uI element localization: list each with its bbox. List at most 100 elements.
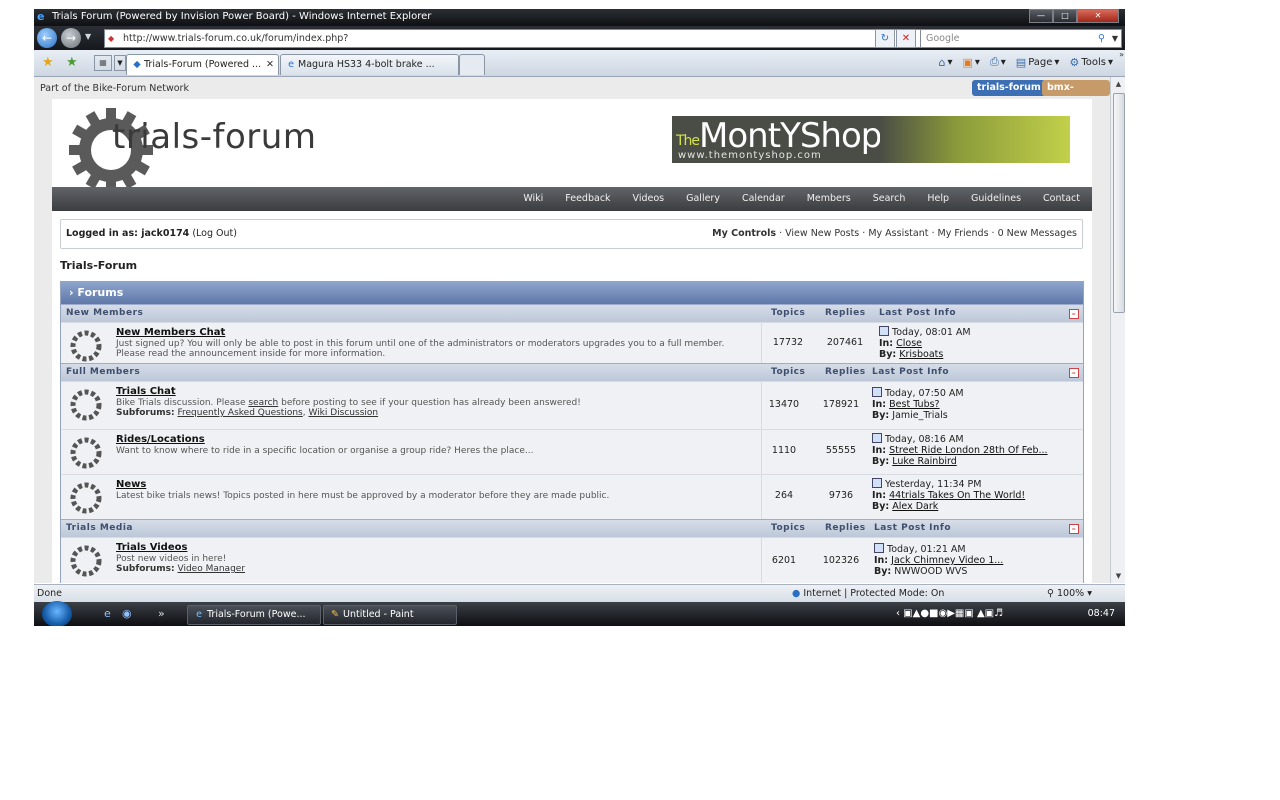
search-icon[interactable]: ⚲ bbox=[1098, 30, 1105, 47]
tab-row: ★ ★ ▦ ▼ ◆ Trials-Forum (Powered ... ✕ e Ma… bbox=[34, 50, 1125, 77]
show-desktop-icon[interactable]: ◉ bbox=[122, 607, 132, 620]
subforum-link[interactable]: Wiki Discussion bbox=[308, 408, 378, 418]
last-post-author[interactable]: Alex Dark bbox=[892, 501, 938, 512]
forum-title[interactable]: New Members Chat bbox=[116, 327, 225, 338]
category-name[interactable]: Full Members bbox=[66, 364, 140, 381]
refresh-button[interactable]: ↻ bbox=[875, 29, 895, 48]
subforums-label: Subforums: bbox=[116, 564, 175, 574]
nav-feedback[interactable]: Feedback bbox=[565, 193, 610, 204]
forum-title[interactable]: Trials Videos bbox=[116, 542, 187, 553]
clock[interactable]: 08:47 bbox=[1088, 608, 1115, 619]
ie-icon: e bbox=[196, 609, 202, 620]
nav-guidelines[interactable]: Guidelines bbox=[971, 193, 1021, 204]
search-options-icon[interactable]: ▼ bbox=[1112, 30, 1118, 47]
last-post-icon[interactable] bbox=[872, 478, 882, 488]
new-messages-link[interactable]: 0 New Messages bbox=[998, 228, 1077, 239]
more-quicklaunch-icon[interactable]: » bbox=[158, 607, 165, 620]
forum-title[interactable]: News bbox=[116, 479, 146, 490]
forward-button[interactable]: → bbox=[61, 28, 81, 48]
back-button[interactable]: ← bbox=[37, 28, 57, 48]
my-friends-link[interactable]: My Friends bbox=[938, 228, 989, 239]
last-post-time: Today, 07:50 AM bbox=[885, 388, 964, 399]
category-name[interactable]: New Members bbox=[66, 305, 143, 322]
view-new-posts-link[interactable]: View New Posts bbox=[785, 228, 859, 239]
page-menu[interactable]: ▤ Page ▾ bbox=[1016, 55, 1060, 69]
forum-gear-icon bbox=[70, 437, 102, 469]
security-zone[interactable]: ● Internet | Protected Mode: On bbox=[792, 585, 944, 602]
montyshop-ad[interactable]: TheMontYShop www.themontyshop.com bbox=[672, 116, 1070, 163]
tools-menu[interactable]: ⚙ Tools ▾ bbox=[1069, 55, 1113, 69]
close-window-button[interactable]: ✕ bbox=[1077, 9, 1119, 23]
last-post-topic[interactable]: Street Ride London 28th Of Feb... bbox=[889, 445, 1047, 456]
taskbar-paint-button[interactable]: ✎ Untitled - Paint bbox=[323, 605, 457, 625]
my-controls-link[interactable]: My Controls bbox=[712, 228, 776, 239]
last-post-author[interactable]: NWWOOD WVS bbox=[894, 566, 967, 577]
feeds-button[interactable]: ▣ ▾ bbox=[963, 55, 980, 69]
forum-title[interactable]: Trials Chat bbox=[116, 386, 176, 397]
last-post-topic[interactable]: Jack Chimney Video 1... bbox=[891, 555, 1003, 566]
tab-list-dropdown-icon[interactable]: ▼ bbox=[114, 55, 126, 71]
logout-link[interactable]: (Log Out) bbox=[192, 228, 237, 239]
last-post-icon[interactable] bbox=[879, 326, 889, 336]
search-link[interactable]: search bbox=[248, 398, 278, 408]
system-tray-icons[interactable]: ‹ ▣▲●■◉▶▦▣ ▲▣♬ bbox=[896, 608, 1003, 619]
tab-trials-forum[interactable]: ◆ Trials-Forum (Powered ... ✕ bbox=[126, 54, 279, 75]
last-post-author[interactable]: Jamie_Trials bbox=[892, 410, 947, 421]
scroll-thumb[interactable] bbox=[1113, 93, 1125, 313]
add-favorite-icon[interactable]: ★ bbox=[66, 55, 78, 70]
taskbar-ie-button[interactable]: e Trials-Forum (Powe... bbox=[187, 605, 321, 625]
nav-members[interactable]: Members bbox=[807, 193, 851, 204]
last-post-topic[interactable]: 44trials Takes On The World! bbox=[889, 490, 1025, 501]
history-dropdown-icon[interactable]: ▼ bbox=[85, 32, 91, 41]
breadcrumb[interactable]: Trials-Forum bbox=[60, 259, 137, 272]
bmx-forum-network-logo[interactable]: bmx-forum bbox=[1042, 80, 1110, 109]
tab-label: Magura HS33 4-bolt brake ... bbox=[298, 59, 435, 70]
close-tab-icon[interactable]: ✕ bbox=[266, 55, 274, 75]
nav-calendar[interactable]: Calendar bbox=[742, 193, 785, 204]
nav-gallery[interactable]: Gallery bbox=[686, 193, 720, 204]
favorites-star-icon[interactable]: ★ bbox=[42, 55, 54, 70]
address-bar[interactable]: ◆ http://www.trials-forum.co.uk/forum/in… bbox=[104, 29, 921, 48]
nav-videos[interactable]: Videos bbox=[633, 193, 665, 204]
last-post-icon[interactable] bbox=[872, 433, 882, 443]
home-button[interactable]: ⌂ ▾ bbox=[939, 55, 953, 69]
site-logo-text[interactable]: trials-forum bbox=[112, 117, 316, 157]
minimize-button[interactable]: — bbox=[1029, 9, 1053, 23]
taskbar-label: Trials-Forum (Powe... bbox=[207, 609, 306, 620]
stop-button[interactable]: ✕ bbox=[896, 29, 916, 48]
subforum-link[interactable]: Frequently Asked Questions bbox=[178, 408, 303, 418]
nav-contact[interactable]: Contact bbox=[1043, 193, 1080, 204]
vertical-scrollbar[interactable]: ▲ ▼ bbox=[1110, 77, 1125, 583]
collapse-icon[interactable]: – bbox=[1069, 309, 1079, 319]
last-post-author[interactable]: Krisboats bbox=[899, 349, 943, 360]
last-post-icon[interactable] bbox=[872, 387, 882, 397]
subforum-link[interactable]: Video Manager bbox=[178, 564, 246, 574]
search-box[interactable]: Google ⚲ ▼ bbox=[920, 29, 1122, 48]
category-name[interactable]: Trials Media bbox=[66, 520, 133, 537]
zoom-control[interactable]: ⚲ 100% ▾ bbox=[1047, 585, 1092, 602]
collapse-icon[interactable]: – bbox=[1069, 524, 1079, 534]
topics-count: 17732 bbox=[772, 337, 804, 348]
last-post-time: Today, 01:21 AM bbox=[887, 544, 966, 555]
my-assistant-link[interactable]: My Assistant bbox=[868, 228, 928, 239]
print-button[interactable]: ⎙ ▾ bbox=[990, 55, 1006, 69]
collapse-icon[interactable]: – bbox=[1069, 368, 1079, 378]
nav-wiki[interactable]: Wiki bbox=[523, 193, 543, 204]
last-post-topic[interactable]: Best Tubs? bbox=[889, 399, 939, 410]
maximize-button[interactable]: □ bbox=[1053, 9, 1077, 23]
scroll-up-arrow-icon[interactable]: ▲ bbox=[1111, 77, 1125, 91]
last-post-icon[interactable] bbox=[874, 543, 884, 553]
new-tab-button[interactable] bbox=[459, 54, 485, 75]
tab-magura[interactable]: e Magura HS33 4-bolt brake ... bbox=[280, 54, 459, 75]
scroll-down-arrow-icon[interactable]: ▼ bbox=[1111, 569, 1125, 583]
last-post-topic[interactable]: Close bbox=[896, 338, 922, 349]
chevron-icon[interactable]: » bbox=[1119, 50, 1124, 59]
last-post-author[interactable]: Luke Rainbird bbox=[892, 456, 957, 467]
ie-quicklaunch-icon[interactable]: e bbox=[104, 607, 111, 620]
nav-help[interactable]: Help bbox=[927, 193, 949, 204]
trials-forum-network-logo[interactable]: trials-forum bbox=[972, 80, 1046, 96]
nav-search[interactable]: Search bbox=[873, 193, 906, 204]
quick-tabs-icon[interactable]: ▦ bbox=[94, 55, 112, 71]
forum-title[interactable]: Rides/Locations bbox=[116, 434, 205, 445]
start-button[interactable] bbox=[42, 601, 72, 626]
